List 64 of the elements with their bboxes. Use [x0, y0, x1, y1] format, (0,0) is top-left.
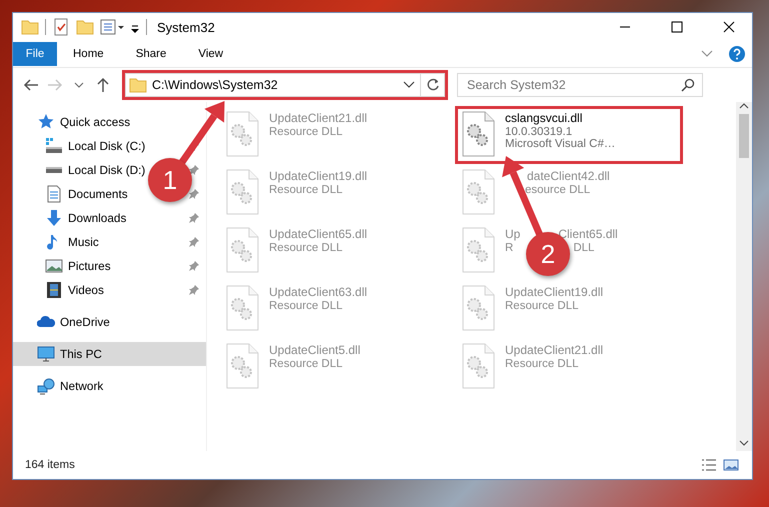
- forward-arrow-icon: [47, 78, 63, 92]
- search-field[interactable]: Search System32: [457, 73, 703, 97]
- picture-icon: [45, 257, 63, 275]
- film-icon: [45, 281, 63, 299]
- sidebar-item[interactable]: Downloads: [68, 211, 126, 225]
- document-icon: [45, 185, 63, 203]
- sidebar-item[interactable]: This PC: [13, 342, 206, 366]
- caret-icon: [74, 81, 84, 89]
- help-icon[interactable]: [728, 45, 746, 63]
- file-detail: DLL: [573, 242, 594, 254]
- sidebar-item[interactable]: Local Disk (C:): [68, 139, 146, 153]
- scroll-down-icon: [739, 439, 749, 447]
- address-field[interactable]: C:\Windows\System32: [125, 73, 445, 97]
- file-detail: Resource DLL: [505, 300, 580, 312]
- maximize-icon: [671, 21, 683, 33]
- file-menu-tab[interactable]: File: [13, 42, 57, 66]
- drive-icon: [45, 137, 63, 155]
- close-icon: [723, 21, 735, 33]
- sidebar-item[interactable]: Music: [68, 235, 99, 249]
- arrow: [178, 101, 225, 166]
- star-icon: [37, 113, 55, 131]
- sidebar-item[interactable]: Pictures: [68, 259, 111, 273]
- up-arrow-icon: [96, 77, 110, 93]
- back-arrow-icon: [23, 78, 39, 92]
- file-detail: R: [505, 242, 514, 254]
- folder-icon: [129, 76, 147, 94]
- address-path: C:\Windows\System32: [152, 78, 279, 92]
- checklist-icon[interactable]: [52, 18, 70, 36]
- file-detail: Resource DLL: [505, 358, 580, 370]
- dropdown-caret-icon[interactable]: [403, 81, 415, 89]
- sidebar-item[interactable]: Videos: [68, 283, 104, 297]
- file-detail: 10.0.30319.1: [505, 126, 574, 138]
- scrollbar[interactable]: [736, 102, 752, 451]
- sidebar-item[interactable]: Network: [60, 379, 104, 393]
- file-detail: Resource DLL: [269, 358, 344, 370]
- sidebar-item[interactable]: Local Disk (D:): [68, 163, 146, 177]
- sidebar-label: This PC: [60, 347, 102, 361]
- sidebar-item[interactable]: OneDrive: [60, 315, 110, 329]
- drive-icon: [45, 166, 63, 174]
- ribbon-tab[interactable]: Home: [57, 42, 120, 66]
- window-title: System32: [157, 20, 216, 34]
- file-detail: Microsoft Visual C#…: [505, 138, 616, 150]
- search-icon: [681, 78, 695, 92]
- ribbon-tab[interactable]: Share: [120, 42, 182, 66]
- download-arrow-icon: [45, 209, 63, 227]
- network-icon: [37, 377, 55, 395]
- file-detail: Resource DLL: [269, 300, 344, 312]
- file-detail: Resource DLL: [269, 126, 344, 138]
- refresh-icon: [426, 78, 440, 92]
- file-detail: esource DLL: [525, 184, 590, 196]
- large-icons-view-icon: [723, 458, 739, 472]
- item-count: 164 items: [25, 459, 76, 471]
- file-detail: Resource DLL: [269, 242, 344, 254]
- monitor-icon: [37, 345, 55, 363]
- details-view-icon: [701, 458, 717, 472]
- scroll-up-icon: [739, 102, 749, 110]
- file-name[interactable]: cslangsvcui.dll: [505, 111, 616, 125]
- scroll-thumb[interactable]: [739, 114, 749, 158]
- ribbon-tab[interactable]: View: [182, 42, 240, 66]
- properties-icon[interactable]: [100, 18, 124, 36]
- sidebar-item[interactable]: Documents: [68, 187, 128, 201]
- file-detail: Resource DLL: [269, 184, 344, 196]
- chevron-down-icon[interactable]: [700, 49, 714, 59]
- sidebar-item[interactable]: Quick access: [60, 115, 130, 129]
